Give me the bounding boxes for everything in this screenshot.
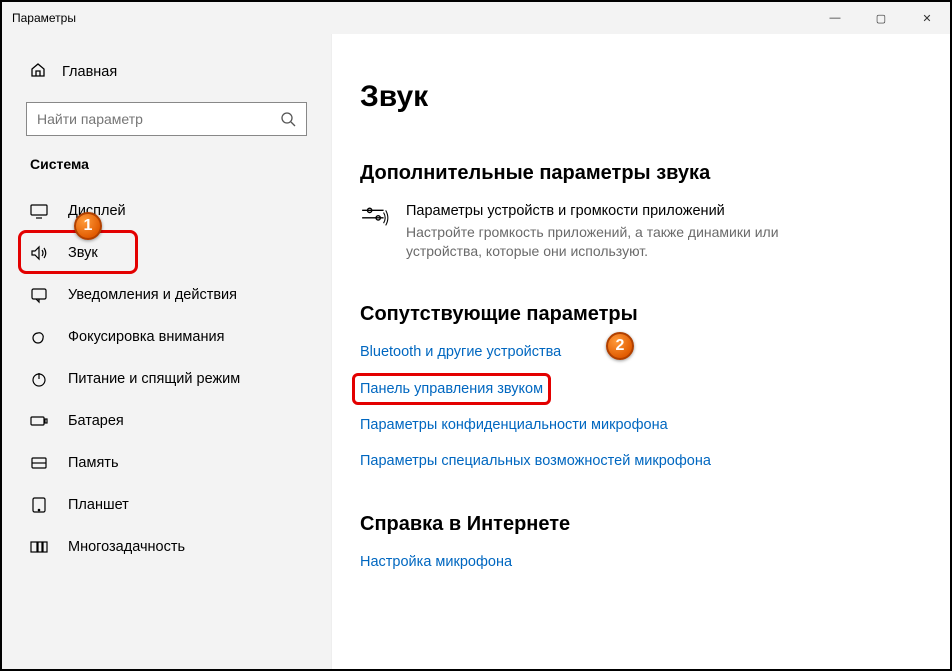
sidebar-item-power[interactable]: Питание и спящий режим (2, 358, 331, 400)
sidebar-item-label: Звук (68, 245, 98, 261)
advanced-heading: Дополнительные параметры звука (360, 162, 910, 185)
battery-icon (30, 412, 48, 430)
notifications-icon (30, 286, 48, 304)
link-mic-ease-of-access[interactable]: Параметры специальных возможностей микро… (360, 453, 910, 469)
sidebar-item-notifications[interactable]: Уведомления и действия (2, 274, 331, 316)
sidebar-item-focus[interactable]: Фокусировка внимания (2, 316, 331, 358)
help-heading: Справка в Интернете (360, 513, 910, 536)
link-setup-microphone[interactable]: Настройка микрофона (360, 554, 910, 570)
search-icon (280, 111, 296, 127)
main-content: Звук Дополнительные параметры звука Пара… (332, 34, 950, 669)
sidebar-item-display[interactable]: Дисплей (2, 190, 331, 232)
window-controls: — ▢ ✕ (812, 2, 950, 34)
search-input[interactable] (37, 111, 280, 127)
link-bluetooth-devices[interactable]: Bluetooth и другие устройства (360, 344, 910, 360)
minimize-button[interactable]: — (812, 2, 858, 34)
app-volume-device-preferences[interactable]: Параметры устройств и громкости приложен… (360, 203, 910, 261)
home-label: Главная (62, 64, 117, 80)
display-icon (30, 202, 48, 220)
annotation-marker-1: 1 (74, 212, 102, 240)
sliders-icon (360, 203, 390, 261)
sidebar-item-sound[interactable]: Звук 1 (2, 232, 331, 274)
annotation-marker-2: 2 (606, 332, 634, 360)
sidebar-item-storage[interactable]: Память (2, 442, 331, 484)
sidebar-item-tablet[interactable]: Планшет (2, 484, 331, 526)
sidebar-item-battery[interactable]: Батарея (2, 400, 331, 442)
sidebar-item-label: Фокусировка внимания (68, 329, 224, 345)
sidebar-item-multitask[interactable]: Многозадачность (2, 526, 331, 568)
tablet-icon (30, 496, 48, 514)
sidebar-item-label: Батарея (68, 413, 124, 429)
link-mic-privacy[interactable]: Параметры конфиденциальности микрофона (360, 417, 910, 433)
sidebar-item-label: Многозадачность (68, 539, 185, 555)
search-box[interactable] (26, 102, 307, 136)
title-bar: Параметры — ▢ ✕ (2, 2, 950, 34)
sidebar-item-label: Уведомления и действия (68, 287, 237, 303)
related-heading: Сопутствующие параметры (360, 303, 910, 326)
window-title: Параметры (12, 11, 76, 25)
power-icon (30, 370, 48, 388)
storage-icon (30, 454, 48, 472)
page-title: Звук (360, 80, 910, 114)
sidebar: Главная Система Дисплей Звук 1 (2, 34, 332, 669)
multitask-icon (30, 538, 48, 556)
link-sound-control-panel[interactable]: Панель управления звуком (360, 381, 543, 397)
close-button[interactable]: ✕ (904, 2, 950, 34)
advanced-item-desc: Настройте громкость приложений, а также … (406, 223, 836, 261)
maximize-button[interactable]: ▢ (858, 2, 904, 34)
sidebar-item-label: Питание и спящий режим (68, 371, 240, 387)
home-icon (30, 62, 46, 82)
focus-icon (30, 328, 48, 346)
sidebar-item-label: Память (68, 455, 119, 471)
sidebar-section-label: Система (2, 156, 331, 190)
advanced-item-title: Параметры устройств и громкости приложен… (406, 203, 836, 219)
sound-icon (30, 244, 48, 262)
sidebar-item-label: Планшет (68, 497, 129, 513)
home-button[interactable]: Главная (2, 54, 331, 90)
